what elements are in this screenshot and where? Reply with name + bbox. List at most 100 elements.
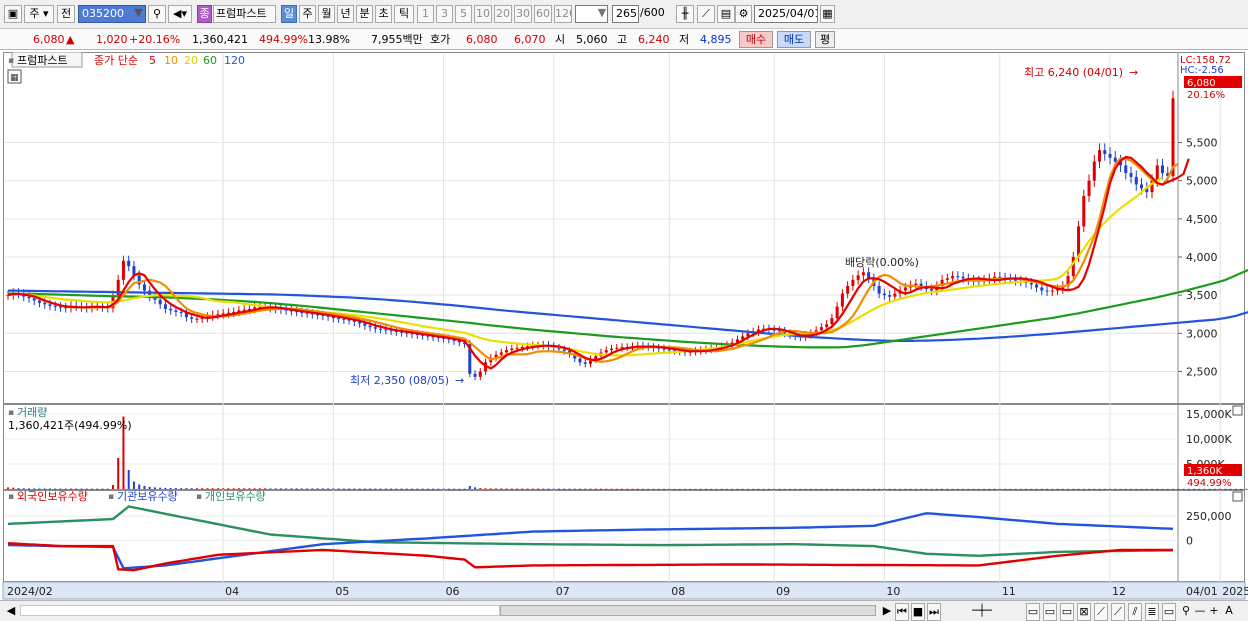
legend-ma20: 20 (184, 54, 198, 67)
scroll-right-icon[interactable]: ▶ (880, 603, 894, 621)
sell-button[interactable]: 매도 (777, 31, 811, 48)
market-select[interactable]: 주 ▾ (24, 5, 54, 23)
up-arrow-icon: ▲ (66, 33, 75, 46)
volume-bar (1182, 488, 1185, 490)
bid-price: 6,070 (514, 33, 546, 46)
candle-body (174, 310, 178, 312)
volume-bar (290, 488, 293, 490)
volume-bar (841, 488, 844, 490)
interval-10[interactable]: 10 (474, 5, 492, 23)
tab-period-tick[interactable]: 틱 (394, 5, 414, 23)
candle-body (893, 293, 897, 297)
draw-line-icon[interactable]: ⟋ (1094, 603, 1108, 621)
layout-1-icon[interactable]: ▭ (1026, 603, 1040, 621)
scroll-left-icon[interactable]: ◀ (4, 603, 18, 621)
volume-bar (1161, 488, 1164, 490)
search-icon[interactable]: ⚲ (148, 5, 166, 23)
volume-bar (1098, 488, 1101, 490)
window-menu-icon[interactable]: ▣ (4, 5, 22, 23)
volume-bar (851, 488, 854, 490)
volume-bar (657, 488, 660, 490)
volume-bar (1135, 488, 1138, 490)
interval-3[interactable]: 3 (436, 5, 453, 23)
volume-bar (904, 488, 907, 490)
layout-2-icon[interactable]: ▭ (1043, 603, 1057, 621)
interval-20[interactable]: 20 (494, 5, 512, 23)
date-input[interactable]: 2025/04/01 (754, 5, 818, 23)
volume-bar (495, 488, 498, 490)
settings-icon[interactable]: ⚙ (735, 5, 752, 23)
buy-button[interactable]: 매수 (739, 31, 773, 48)
legend-ma5: 5 (149, 54, 156, 67)
volume-bar (132, 481, 135, 489)
zoom-search-icon[interactable]: ⚲ (1179, 603, 1193, 621)
tab-period-month[interactable]: 월 (318, 5, 335, 23)
market-select-label: 주 (29, 7, 40, 20)
holding-pane-close-icon[interactable] (1232, 491, 1243, 502)
prev-button[interactable]: 전 (57, 5, 75, 23)
candle-body (609, 348, 613, 351)
volume-bar (531, 488, 534, 490)
candle-body (1035, 284, 1039, 288)
volume-bar (153, 487, 156, 489)
draw-tool-icon[interactable]: ⟋ (697, 5, 715, 23)
scroll-thumb[interactable] (500, 605, 876, 616)
volume-bar (1177, 488, 1180, 490)
candle-style-icon[interactable]: ╫ (676, 5, 694, 23)
volume-bar (825, 488, 828, 490)
draw-box-icon[interactable]: ▭ (1162, 603, 1176, 621)
interval-5[interactable]: 5 (455, 5, 472, 23)
volume-bar (279, 488, 282, 490)
volume-bar (1056, 488, 1059, 490)
draw-fib-icon[interactable]: ≣ (1145, 603, 1159, 621)
tab-period-year[interactable]: 년 (337, 5, 354, 23)
custom-interval-dropdown-icon[interactable]: ▼ (596, 5, 608, 23)
volume-bar (956, 488, 959, 490)
scroll-track[interactable] (20, 605, 500, 616)
layout-3-icon[interactable]: ▭ (1060, 603, 1074, 621)
code-dropdown-icon[interactable]: ▼ (131, 5, 146, 23)
volume-bar (96, 488, 99, 490)
page-forward-icon[interactable]: ⏭ (927, 603, 941, 621)
calendar-icon[interactable]: ▦ (820, 5, 835, 23)
chart-type-badge[interactable]: 종 (197, 5, 212, 23)
volume-pane-close-icon[interactable] (1232, 405, 1243, 416)
avg-button[interactable]: 평 (815, 31, 835, 48)
zoom-out-icon[interactable]: — (1194, 603, 1206, 621)
interval-60[interactable]: 60 (534, 5, 552, 23)
tab-period-week[interactable]: 주 (299, 5, 316, 23)
save-icon[interactable]: ▤ (717, 5, 735, 23)
count-input[interactable]: 265 (612, 5, 639, 23)
layout-4-icon[interactable]: ⊠ (1077, 603, 1091, 621)
interval-1[interactable]: 1 (417, 5, 434, 23)
open-label: 시 (555, 33, 566, 46)
tab-period-second[interactable]: 초 (375, 5, 392, 23)
interval-120[interactable]: 120 (554, 5, 572, 23)
speaker-icon[interactable]: ◀▾ (168, 5, 192, 23)
volume-bar (694, 488, 697, 490)
volume-bar (962, 488, 965, 490)
zoom-in-icon[interactable]: + (1208, 603, 1220, 621)
stop-icon[interactable]: ■ (911, 603, 925, 621)
zoom-slider[interactable]: ─┼─ (947, 603, 1017, 621)
tab-period-minute[interactable]: 분 (356, 5, 373, 23)
volume-bar (332, 488, 335, 490)
candle-body (195, 318, 199, 320)
draw-channel-icon[interactable]: ⫽ (1128, 603, 1142, 621)
candle-body (1045, 290, 1049, 292)
count-max-label: /600 (640, 6, 665, 19)
page-back-icon[interactable]: ⏮ (895, 603, 909, 621)
volume-title: 거래량 (17, 406, 47, 419)
volume-bar (1109, 488, 1112, 490)
font-size-icon[interactable]: A (1222, 603, 1236, 621)
candle-body (830, 318, 834, 325)
pane-border-1 (3, 404, 1245, 490)
volume-bar (1004, 488, 1007, 490)
volume-bar (1203, 488, 1206, 490)
stock-name: 프럼파스트 (213, 5, 276, 23)
volume-bar (820, 488, 823, 490)
tab-period-day[interactable]: 일 (281, 5, 297, 23)
volume-pct: 494.99% (259, 33, 308, 46)
interval-30[interactable]: 30 (514, 5, 532, 23)
draw-ray-icon[interactable]: ⟋ (1111, 603, 1125, 621)
